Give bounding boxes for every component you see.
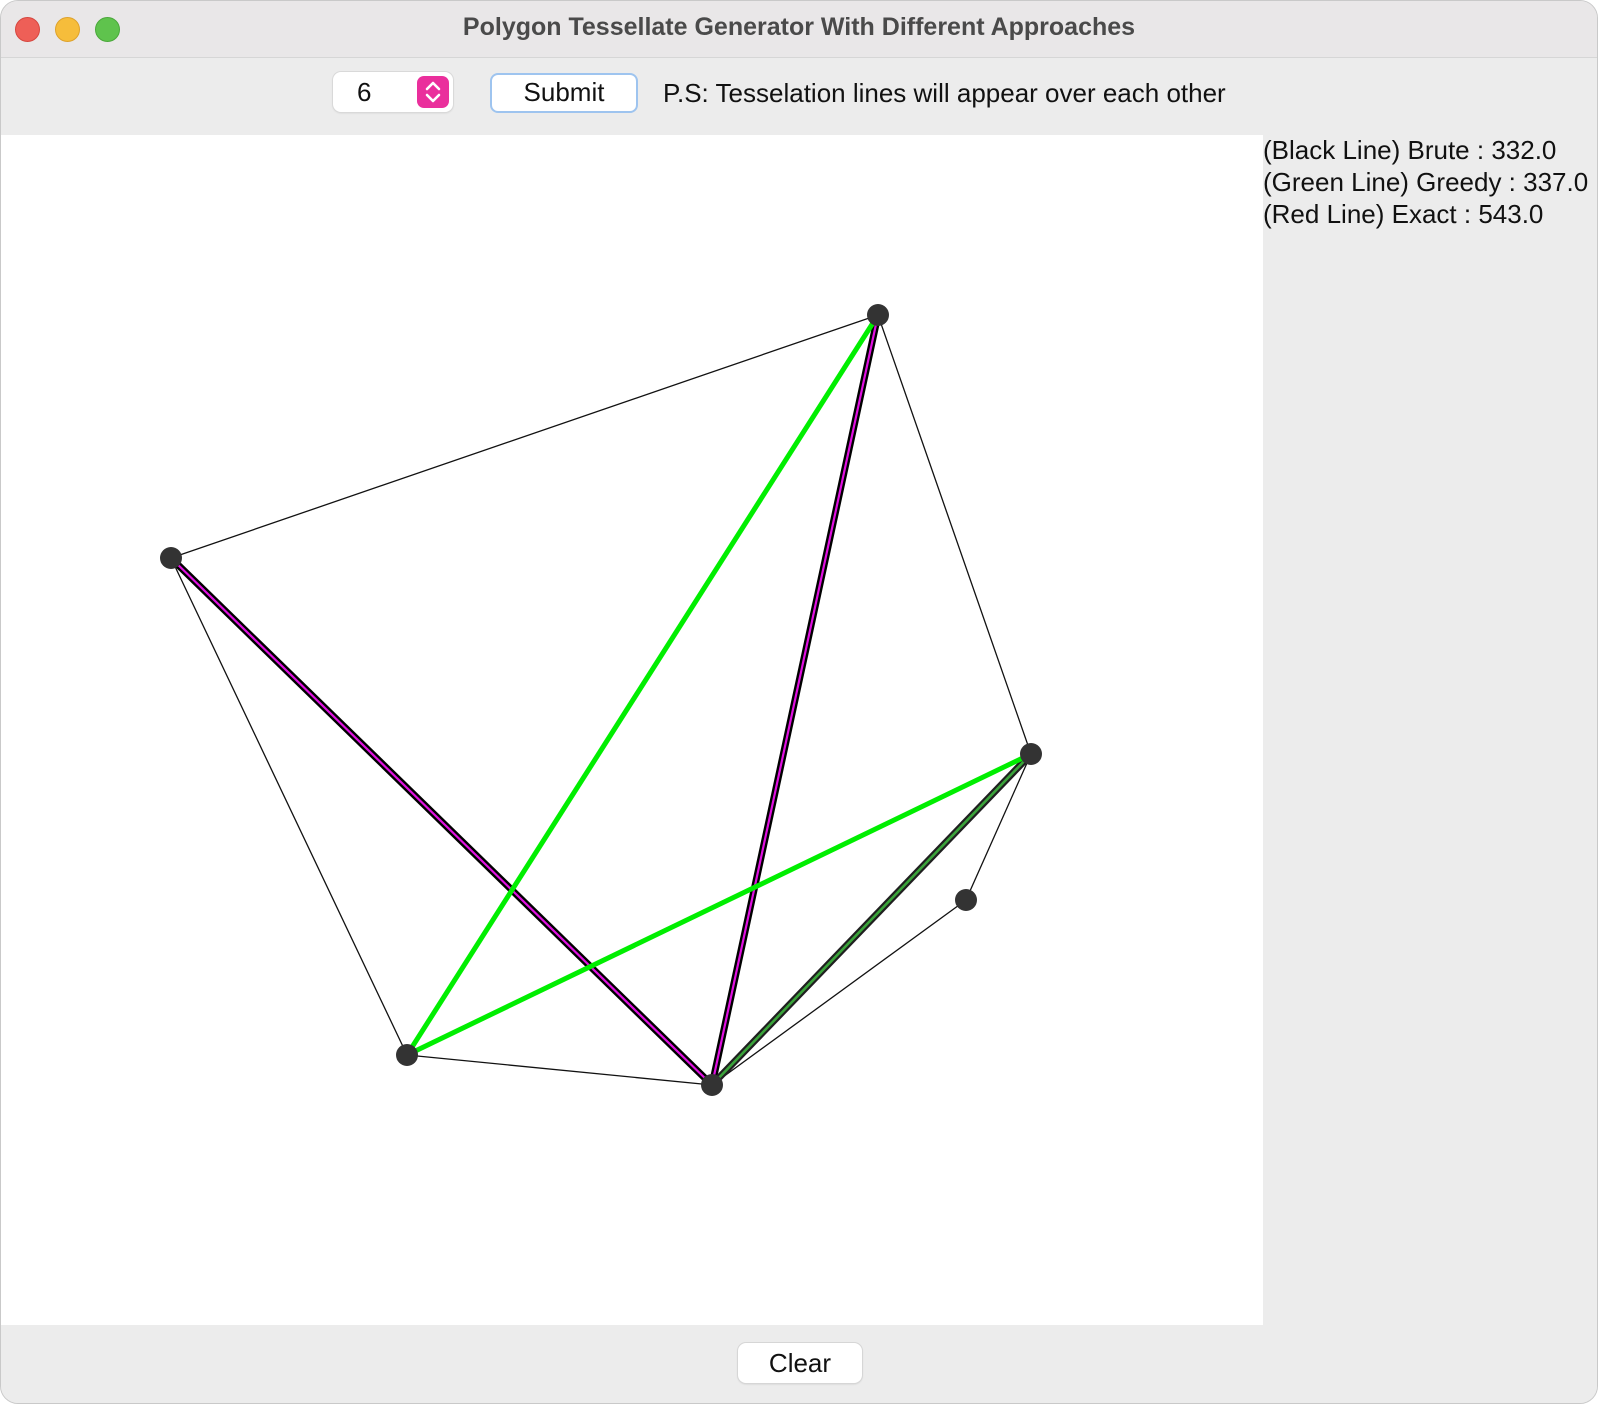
outline-edge-3 <box>406 1054 713 1086</box>
outline-edge-1 <box>170 314 879 559</box>
brute-diagonals <box>168 314 1034 1088</box>
toolbar: 6 Submit P.S: Tesselation lines will app… <box>1 58 1597 134</box>
polygon-drawing <box>160 304 1042 1096</box>
tessellation-note: P.S: Tesselation lines will appear over … <box>663 78 1226 108</box>
clear-button[interactable]: Clear <box>738 1343 862 1383</box>
brute-result: (Black Line) Brute : 332.0 <box>1263 135 1557 165</box>
submit-button[interactable]: Submit <box>490 73 638 113</box>
exact-result: (Red Line) Exact : 543.0 <box>1263 199 1544 229</box>
app-window: Polygon Tessellate Generator With Differ… <box>0 0 1598 1404</box>
vertex-6[interactable] <box>1020 743 1042 765</box>
vertex-3[interactable] <box>396 1044 418 1066</box>
vertex-4[interactable] <box>701 1074 723 1096</box>
results-panel: (Black Line) Brute : 332.0 (Green Line) … <box>1263 135 1597 1325</box>
vertex-count-value[interactable]: 6 <box>357 77 371 108</box>
outline-edge-2 <box>170 557 408 1056</box>
outline-edge-6 <box>877 314 1032 755</box>
vertex-1[interactable] <box>867 304 889 326</box>
mixed-diagonal-3 <box>711 753 1032 1086</box>
bottom-bar: Clear <box>1 1325 1597 1403</box>
title-bar: Polygon Tessellate Generator With Differ… <box>1 1 1597 58</box>
window-title: Polygon Tessellate Generator With Differ… <box>462 13 1136 41</box>
outline-edge-4 <box>711 899 967 1086</box>
outline-edge-5 <box>965 753 1032 901</box>
greedy-result: (Green Line) Greedy : 337.0 <box>1263 167 1589 197</box>
vertex-count-spinner[interactable]: 6 <box>333 72 453 112</box>
spinner-arrows-icon[interactable] <box>417 76 449 108</box>
vertex-5[interactable] <box>955 889 977 911</box>
greedy-diagonals <box>404 313 1033 1058</box>
exact-diagonal-2 <box>710 314 880 1086</box>
exact-diagonal-1 <box>170 557 713 1086</box>
vertex-2[interactable] <box>160 547 182 569</box>
polygon-outline <box>170 314 1032 1086</box>
drawing-canvas[interactable] <box>1 135 1263 1325</box>
